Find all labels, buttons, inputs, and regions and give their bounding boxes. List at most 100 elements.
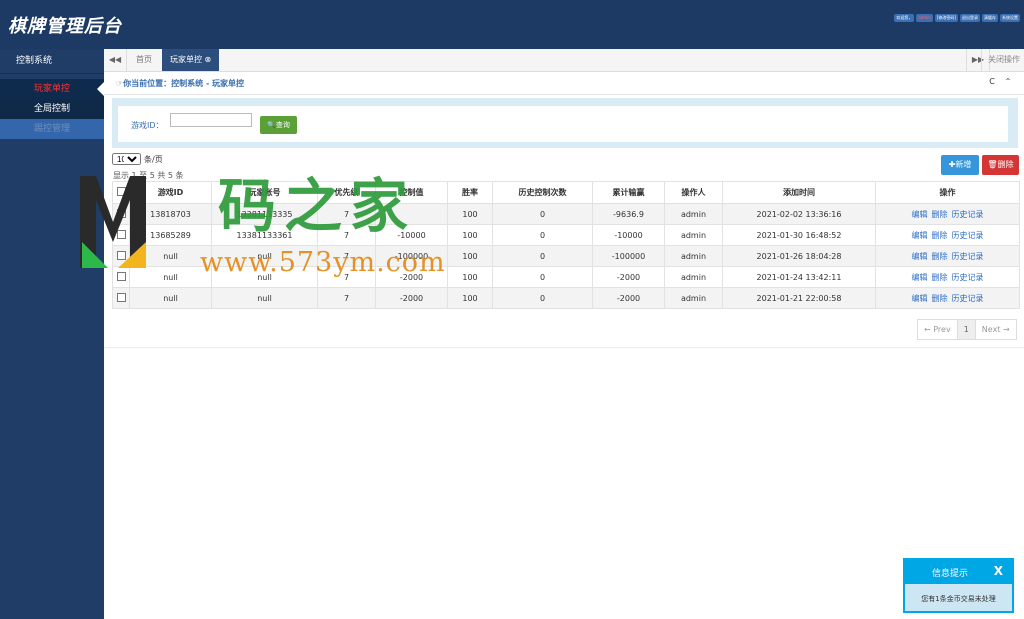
cell-operator: admin <box>664 224 723 246</box>
change-password-link[interactable]: [修改密码] <box>934 14 958 22</box>
col-priority: 优先级 <box>317 181 376 204</box>
cell-time: 2021-01-30 16:48:52 <box>722 224 876 246</box>
notification-message[interactable]: 您有1条金币交易未处理 <box>905 584 1012 604</box>
cell-game-id: null <box>129 266 212 288</box>
cell-history-count: 0 <box>492 224 593 246</box>
next-page-button[interactable]: Next → <box>974 319 1017 340</box>
panel-tools: C ⌃ <box>986 76 1014 88</box>
col-total: 累计输赢 <box>592 181 665 204</box>
cell-winrate: 100 <box>447 266 493 288</box>
row-checkbox[interactable] <box>112 203 130 225</box>
collapse-icon[interactable]: ⌃ <box>1002 76 1014 88</box>
settings-link[interactable]: 系统设置 <box>1000 14 1020 22</box>
cell-actions: 编辑 删除 历史记录 <box>875 203 1020 225</box>
col-winrate: 胜率 <box>447 181 493 204</box>
sidebar-item-kick-control[interactable]: 踢控管理 <box>0 119 104 139</box>
sidebar-title[interactable]: 控制系统 <box>0 49 104 74</box>
sidebar: 控制系统 玩家单控 全局控制 踢控管理 <box>0 49 104 619</box>
page-size-control: 10 条/页 <box>112 153 163 165</box>
welcome-text: 欢迎您， <box>894 14 915 22</box>
history-link[interactable]: 历史记录 <box>952 294 984 303</box>
history-link[interactable]: 历史记录 <box>952 252 984 261</box>
sidebar-item-global-control[interactable]: 全局控制 <box>0 99 104 119</box>
cell-winrate: 100 <box>447 203 493 225</box>
history-link[interactable]: 历史记录 <box>952 273 984 282</box>
delete-button[interactable]: 🗑删除 <box>982 155 1019 175</box>
close-operations-button[interactable]: 关闭操作 <box>981 49 1024 71</box>
cell-priority: 7 <box>317 266 376 288</box>
delete-link[interactable]: 删除 <box>932 273 948 282</box>
edit-link[interactable]: 编辑 <box>912 252 928 261</box>
game-id-input[interactable] <box>170 113 252 127</box>
edit-link[interactable]: 编辑 <box>912 273 928 282</box>
cell-game-id: null <box>129 287 212 309</box>
refresh-icon[interactable]: C <box>986 76 998 88</box>
cell-account: 13381153335 <box>211 203 318 225</box>
notification-header: 信息提示 X <box>905 560 1012 584</box>
history-link[interactable]: 历史记录 <box>952 231 984 240</box>
breadcrumb-bar: ☞你当前位置：控制系统 - 玩家单控 C ⌃ <box>104 72 1024 95</box>
cell-game-id: null <box>129 245 212 267</box>
tab-player-control[interactable]: 玩家单控 ⊗ <box>162 49 220 71</box>
cell-game-id: 13818703 <box>129 203 212 225</box>
cell-control-value <box>375 203 448 225</box>
cell-actions: 编辑 删除 历史记录 <box>875 224 1020 246</box>
table-row: null null 7 -100000 100 0 -100000 admin … <box>112 245 1020 267</box>
cell-total: -10000 <box>592 224 665 246</box>
cell-game-id: 13685289 <box>129 224 212 246</box>
notification-popup: 信息提示 X 您有1条金币交易未处理 <box>903 558 1014 613</box>
cell-priority: 7 <box>317 224 376 246</box>
history-link[interactable]: 历史记录 <box>952 210 984 219</box>
breadcrumb: ☞你当前位置：控制系统 - 玩家单控 <box>116 79 245 88</box>
search-panel: 游戏ID： 🔍查询 <box>112 98 1018 148</box>
delete-link[interactable]: 删除 <box>932 231 948 240</box>
clear-cache-link[interactable]: 清缓存 <box>982 14 998 22</box>
table-row: 13685289 13381133361 7 -10000 100 0 -100… <box>112 224 1020 246</box>
row-checkbox[interactable] <box>112 245 130 267</box>
select-all-checkbox[interactable] <box>112 181 130 204</box>
tab-home[interactable]: 首页 <box>128 49 160 71</box>
cell-operator: admin <box>664 245 723 267</box>
edit-link[interactable]: 编辑 <box>912 231 928 240</box>
current-page[interactable]: 1 <box>956 319 976 340</box>
cell-actions: 编辑 删除 历史记录 <box>875 245 1020 267</box>
list-summary: 显示 1 至 5 共 5 条 <box>113 171 184 180</box>
cell-total: -2000 <box>592 287 665 309</box>
table-row: 13818703 13381153335 7 100 0 -9636.9 adm… <box>112 203 1020 225</box>
delete-link[interactable]: 删除 <box>932 210 948 219</box>
prev-page-button[interactable]: ← Prev <box>917 319 958 340</box>
col-time: 添加时间 <box>722 181 876 204</box>
col-history-count: 历史控制次数 <box>492 181 593 204</box>
edit-link[interactable]: 编辑 <box>912 294 928 303</box>
cell-history-count: 0 <box>492 203 593 225</box>
page-size-select[interactable]: 10 <box>112 153 141 165</box>
row-checkbox[interactable] <box>112 266 130 288</box>
page-size-suffix: 条/页 <box>144 154 163 164</box>
table-row: null null 7 -2000 100 0 -2000 admin 2021… <box>112 287 1020 309</box>
col-account: 玩家账号 <box>211 181 318 204</box>
edit-link[interactable]: 编辑 <box>912 210 928 219</box>
add-button[interactable]: ✚新增 <box>941 155 979 175</box>
cell-priority: 7 <box>317 245 376 267</box>
cell-operator: admin <box>664 203 723 225</box>
top-header: 棋牌管理后台 欢迎您， admin [修改密码] 退出登录 清缓存 系统设置 <box>0 0 1024 49</box>
col-actions: 操作 <box>875 181 1020 204</box>
delete-link[interactable]: 删除 <box>932 294 948 303</box>
notification-title: 信息提示 <box>931 569 968 579</box>
cell-control-value: -2000 <box>375 266 448 288</box>
username-link[interactable]: admin <box>916 14 933 22</box>
data-table: 游戏ID 玩家账号 优先级 控制值 胜率 历史控制次数 累计输赢 操作人 添加时… <box>112 181 1020 309</box>
delete-link[interactable]: 删除 <box>932 252 948 261</box>
cell-time: 2021-01-21 22:00:58 <box>722 287 876 309</box>
cell-history-count: 0 <box>492 287 593 309</box>
sidebar-item-player-control[interactable]: 玩家单控 <box>0 79 104 99</box>
close-icon[interactable]: X <box>994 564 1003 578</box>
row-checkbox[interactable] <box>112 287 130 309</box>
cell-control-value: -100000 <box>375 245 448 267</box>
tab-prev-icon[interactable]: ◀◀ <box>104 49 127 71</box>
search-button[interactable]: 🔍查询 <box>260 116 297 134</box>
logout-link[interactable]: 退出登录 <box>960 14 980 22</box>
app-logo: 棋牌管理后台 <box>8 16 122 37</box>
row-checkbox[interactable] <box>112 224 130 246</box>
cell-winrate: 100 <box>447 245 493 267</box>
